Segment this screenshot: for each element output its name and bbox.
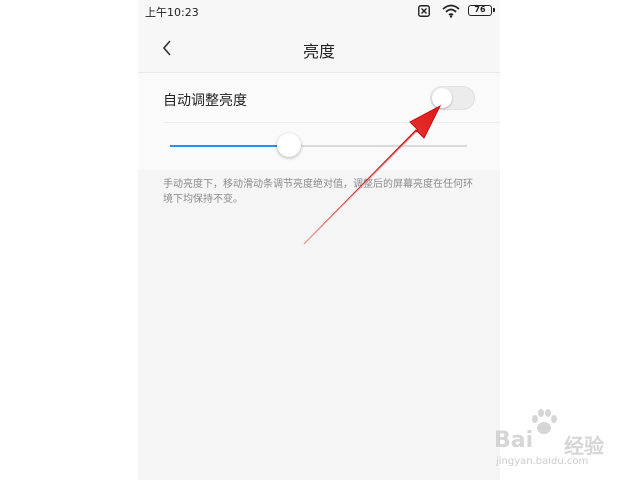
brightness-slider-fill: [170, 145, 289, 147]
status-icons: 76: [394, 4, 495, 18]
notification-off-icon: [418, 5, 430, 17]
phone-screen: 上午10:23 76 亮度 自动调整亮度 手动亮度下，移动滑动条调节亮度绝对值，…: [138, 0, 500, 480]
brightness-description: 手动亮度下，移动滑动条调节亮度绝对值，调整后的屏幕亮度在任何环境下均保持不变。: [163, 179, 473, 205]
auto-brightness-label: 自动调整亮度: [163, 93, 247, 109]
brightness-slider-thumb[interactable]: [276, 133, 301, 157]
toggle-knob: [432, 88, 452, 108]
wifi-icon: [442, 4, 460, 18]
row-divider: [163, 122, 500, 123]
auto-brightness-toggle[interactable]: [430, 86, 475, 110]
nav-bar: 亮度: [138, 24, 500, 73]
watermark-url: jingyan.baidu.com: [496, 456, 589, 467]
brightness-slider[interactable]: [170, 133, 467, 157]
watermark-brand: Bai: [494, 428, 534, 453]
brightness-card: 自动调整亮度: [138, 73, 500, 170]
page-title: 亮度: [302, 42, 335, 61]
watermark-brand-cn: 经验: [564, 434, 604, 458]
status-time: 上午10:23: [145, 6, 199, 19]
battery-icon: 76: [468, 5, 495, 16]
status-bar: 上午10:23 76: [138, 0, 500, 24]
screenshot-stage: 上午10:23 76 亮度 自动调整亮度 手动亮度下，移动滑动条调节亮度绝对值，…: [0, 0, 640, 480]
baidu-watermark: Bai 经验 jingyan.baidu.com: [488, 408, 638, 478]
